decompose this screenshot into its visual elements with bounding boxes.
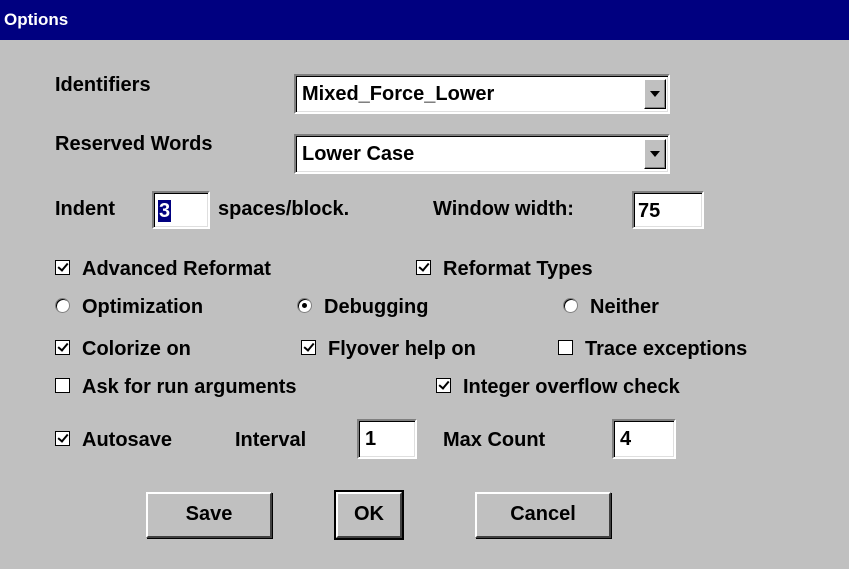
- window-width-input[interactable]: 75: [632, 191, 704, 229]
- checkbox-unchecked-icon: [558, 340, 573, 356]
- radio-empty-icon: [55, 298, 70, 314]
- checkbox-checked-icon: [301, 340, 316, 356]
- ok-button[interactable]: OK: [334, 490, 404, 540]
- advanced-reformat-checkbox[interactable]: Advanced Reformat: [55, 254, 271, 284]
- window-title: Options: [4, 10, 69, 29]
- radio-optimization[interactable]: Optimization: [55, 292, 203, 322]
- reserved-words-select[interactable]: Lower Case: [294, 134, 670, 174]
- title-bar: Options: [0, 0, 849, 40]
- reserved-words-label: Reserved Words: [55, 133, 213, 155]
- window-width-label: Window width:: [433, 198, 574, 220]
- checkbox-checked-icon: [55, 260, 70, 276]
- reserved-words-dropdown-arrow-icon[interactable]: [644, 139, 666, 169]
- max-count-input[interactable]: 4: [612, 419, 676, 459]
- reformat-types-checkbox[interactable]: Reformat Types: [416, 254, 593, 284]
- max-count-value: 4: [620, 428, 632, 450]
- checkbox-checked-icon: [436, 378, 451, 394]
- indent-input[interactable]: 3: [152, 191, 210, 229]
- reserved-words-value: Lower Case: [302, 143, 415, 165]
- cancel-button[interactable]: Cancel: [475, 492, 611, 538]
- radio-selected-icon: [297, 298, 312, 314]
- identifiers-value: Mixed_Force_Lower: [302, 83, 495, 105]
- checkbox-checked-icon: [55, 340, 70, 356]
- radio-debugging[interactable]: Debugging: [297, 292, 428, 322]
- identifiers-label: Identifiers: [55, 74, 151, 96]
- window-width-value: 75: [638, 200, 661, 222]
- radio-neither[interactable]: Neither: [563, 292, 659, 322]
- interval-input[interactable]: 1: [357, 419, 417, 459]
- options-dialog: Options Identifiers Mixed_Force_Lower Re…: [0, 0, 849, 569]
- identifiers-select[interactable]: Mixed_Force_Lower: [294, 74, 670, 114]
- max-count-label: Max Count: [443, 429, 546, 451]
- checkbox-unchecked-icon: [55, 378, 70, 394]
- radio-empty-icon: [563, 298, 578, 314]
- ask-run-arguments-checkbox[interactable]: Ask for run arguments: [55, 372, 296, 402]
- checkbox-checked-icon: [416, 260, 431, 276]
- indent-label: Indent: [55, 198, 115, 220]
- indent-suffix: spaces/block.: [218, 198, 350, 220]
- save-button[interactable]: Save: [146, 492, 272, 538]
- flyover-help-checkbox[interactable]: Flyover help on: [301, 334, 476, 364]
- checkbox-checked-icon: [55, 431, 70, 447]
- trace-exceptions-checkbox[interactable]: Trace exceptions: [558, 334, 747, 364]
- indent-value: 3: [158, 200, 172, 222]
- interval-value: 1: [365, 428, 377, 450]
- autosave-checkbox[interactable]: Autosave: [55, 425, 172, 455]
- identifiers-dropdown-arrow-icon[interactable]: [644, 79, 666, 109]
- colorize-on-checkbox[interactable]: Colorize on: [55, 334, 191, 364]
- integer-overflow-checkbox[interactable]: Integer overflow check: [436, 372, 680, 402]
- interval-label: Interval: [235, 429, 307, 451]
